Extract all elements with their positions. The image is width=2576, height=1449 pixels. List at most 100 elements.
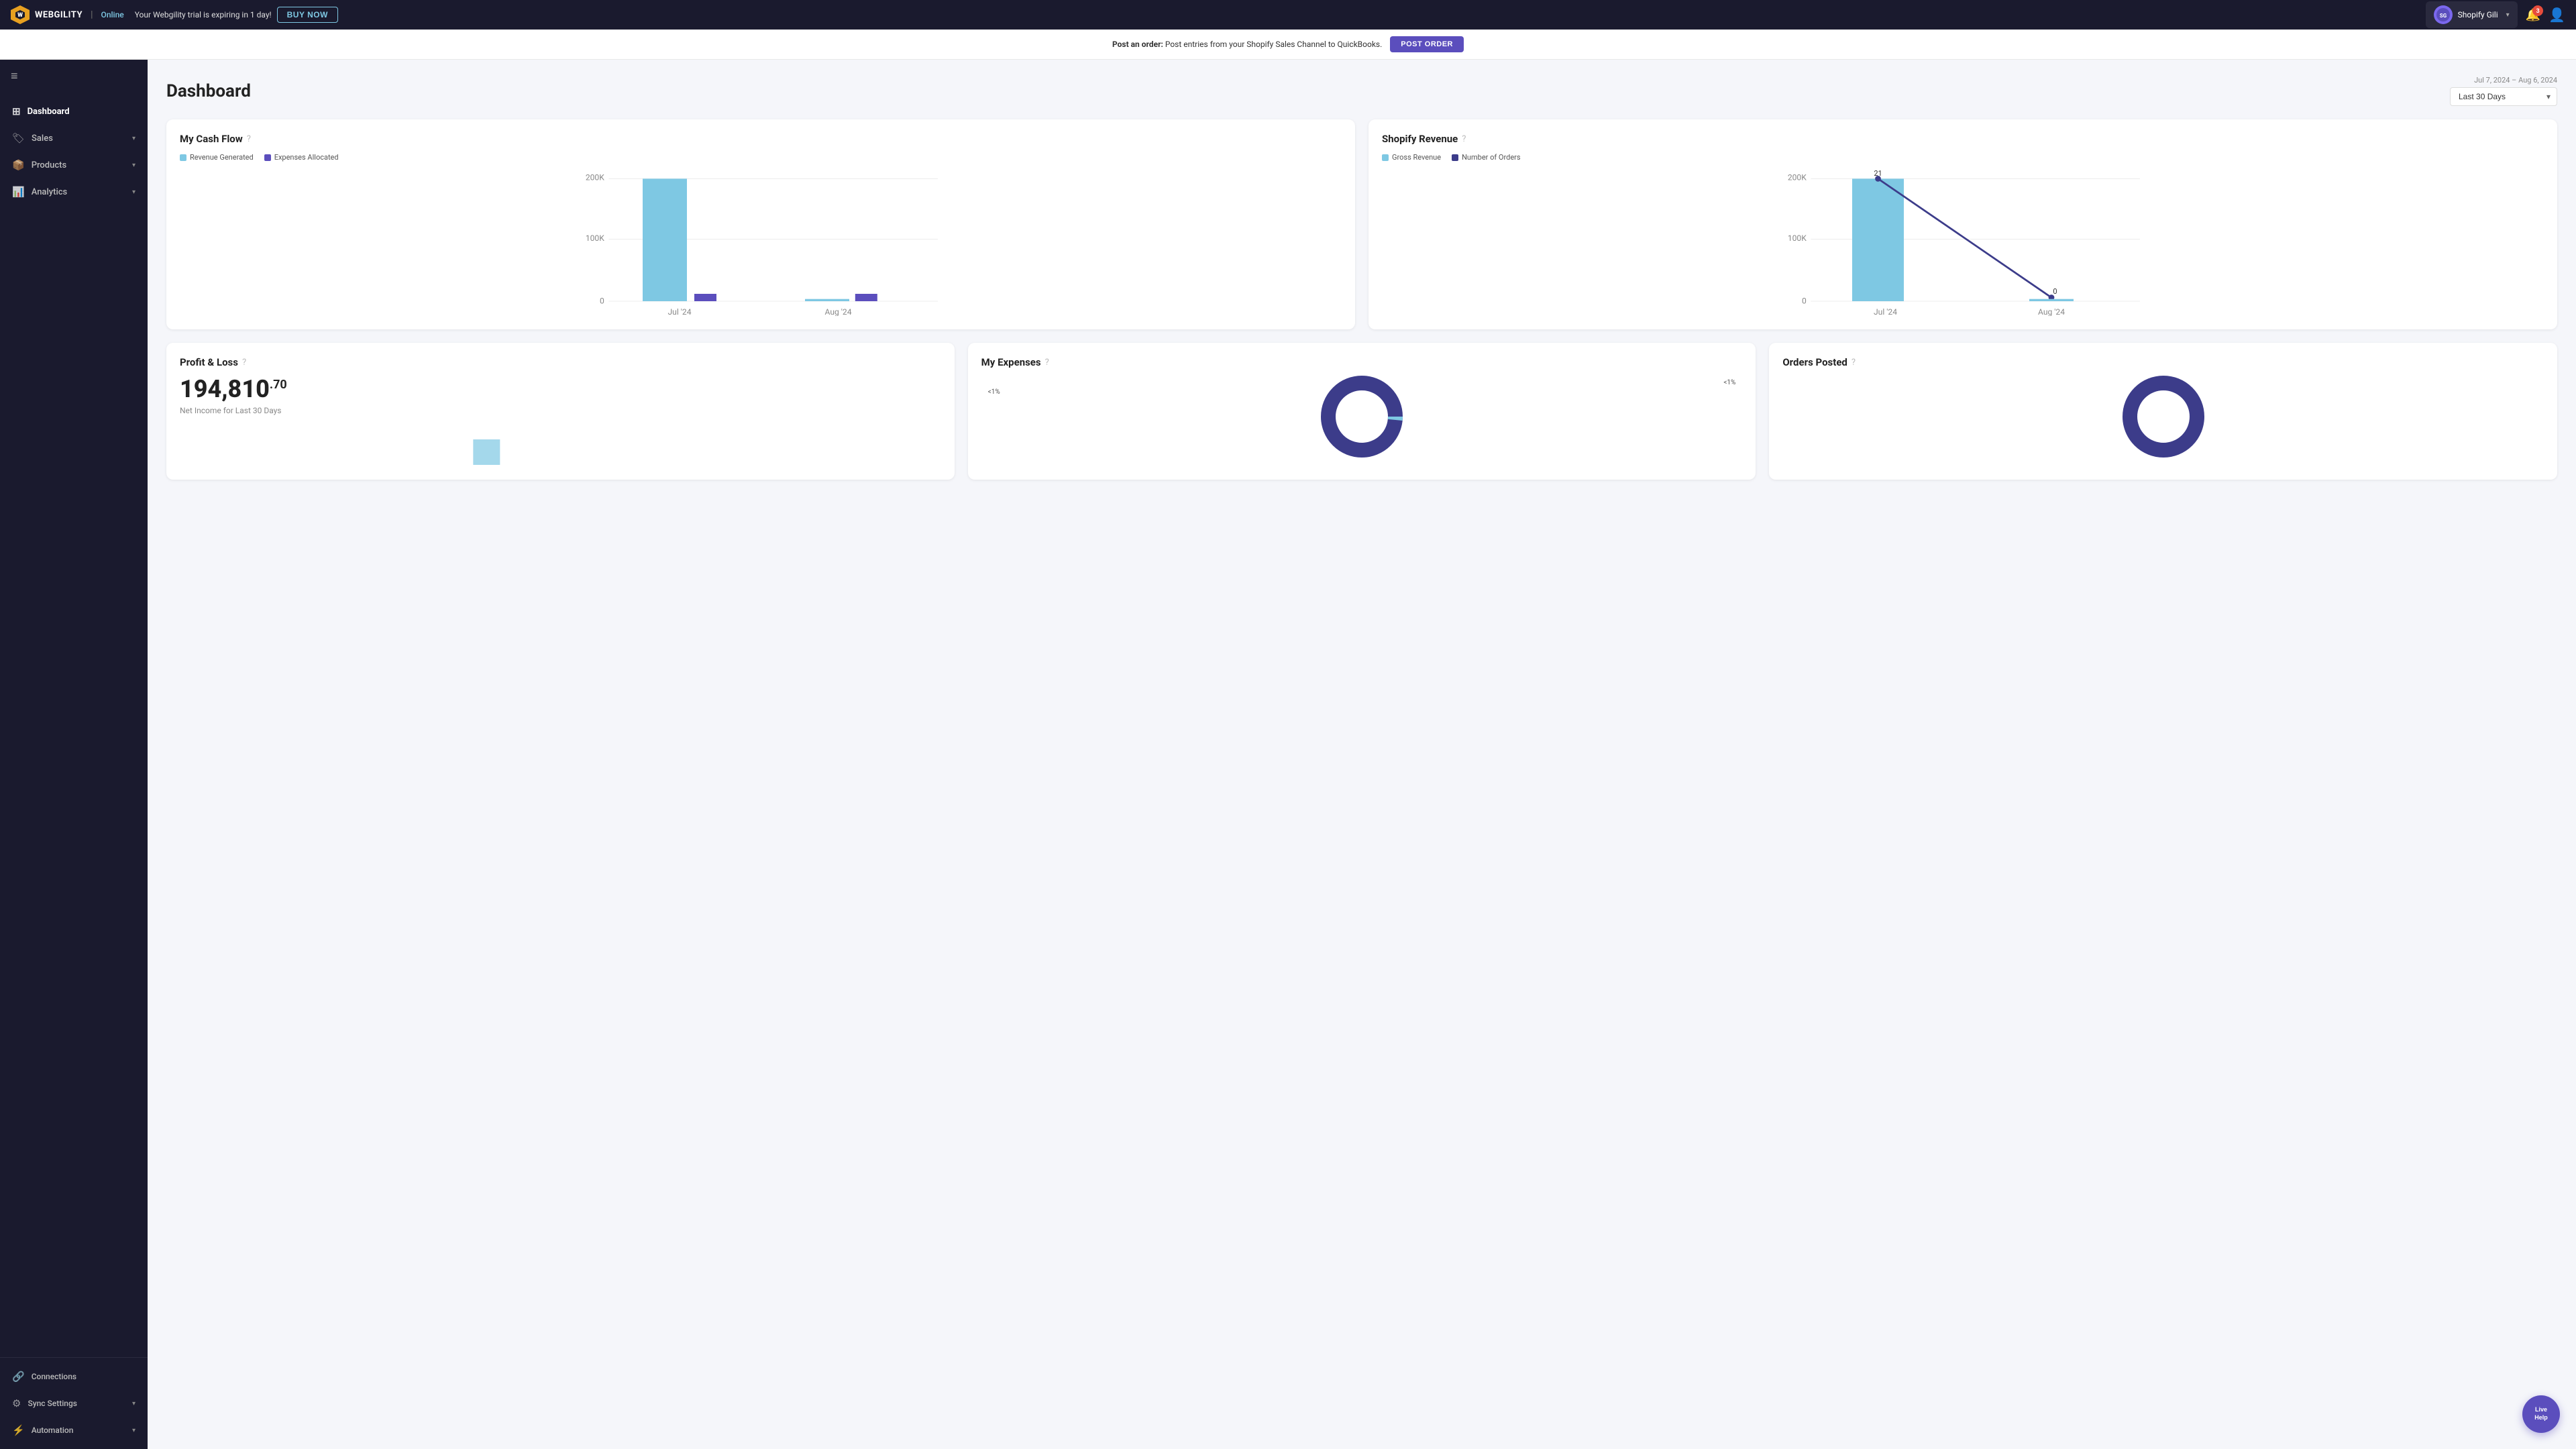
legend-label-gross: Gross Revenue xyxy=(1392,153,1441,162)
live-help-line1: Live xyxy=(2535,1406,2547,1414)
sidebar-item-dashboard[interactable]: ⊞ Dashboard xyxy=(0,98,148,125)
bar-shopify-aug-revenue xyxy=(2029,299,2074,301)
pnl-title: Profit & Loss xyxy=(180,356,238,368)
expenses-widget: My Expenses ? <1% <1% xyxy=(968,343,1756,480)
orders-posted-help-icon[interactable]: ? xyxy=(1851,358,1856,368)
sidebar-item-products[interactable]: 📦 Products ▾ xyxy=(0,152,148,178)
user-profile-button[interactable]: 👤 xyxy=(2548,7,2565,23)
svg-text:SG: SG xyxy=(2439,13,2447,19)
sidebar-item-sync-settings[interactable]: ⚙ Sync Settings ▾ xyxy=(0,1390,148,1417)
notifications-button[interactable]: 🔔 3 xyxy=(2526,8,2540,22)
legend-color-gross xyxy=(1382,154,1389,161)
sidebar-item-connections[interactable]: 🔗 Connections xyxy=(0,1363,148,1390)
expenses-donut-area: <1% <1% xyxy=(981,376,1743,457)
orders-posted-donut-area xyxy=(1782,376,2544,457)
bottom-widgets-row: Profit & Loss ? 194,810.70 Net Income fo… xyxy=(166,343,2557,480)
main-layout: ≡ ⊞ Dashboard 🏷 Sales ▾ 📦 Products ▾ 📊 xyxy=(0,60,2576,1449)
pnl-help-icon[interactable]: ? xyxy=(242,358,246,368)
date-select-wrapper: Last 7 Days Last 30 Days Last 90 Days Cu… xyxy=(2450,87,2557,106)
cash-flow-legend: Revenue Generated Expenses Allocated xyxy=(180,153,1342,162)
sidebar-bottom-section: 🔗 Connections ⚙ Sync Settings ▾ ⚡ Automa… xyxy=(0,1357,148,1449)
sidebar-item-automation[interactable]: ⚡ Automation ▾ xyxy=(0,1417,148,1444)
svg-text:100K: 100K xyxy=(1788,233,1807,243)
pnl-decimal: .70 xyxy=(270,378,287,392)
sidebar-item-label: Analytics xyxy=(32,187,68,197)
sidebar-item-label: Sync Settings xyxy=(28,1399,76,1408)
sync-settings-icon: ⚙ xyxy=(12,1397,21,1409)
shopify-revenue-header: Shopify Revenue ? xyxy=(1382,133,2544,145)
date-range-select[interactable]: Last 7 Days Last 30 Days Last 90 Days Cu… xyxy=(2450,87,2557,106)
dashboard-header: Dashboard Jul 7, 2024 – Aug 6, 2024 Last… xyxy=(166,76,2557,106)
svg-text:200K: 200K xyxy=(586,173,604,182)
store-selector[interactable]: SG Shopify Gili ▾ xyxy=(2426,1,2518,28)
sidebar-item-label: Dashboard xyxy=(28,107,70,117)
app-name: WEBGILITY xyxy=(35,10,83,20)
legend-label-expenses: Expenses Allocated xyxy=(274,153,339,162)
legend-color-orders xyxy=(1452,154,1458,161)
sales-icon: 🏷 xyxy=(12,132,25,144)
cash-flow-widget: My Cash Flow ? Revenue Generated Expense… xyxy=(166,119,1355,329)
svg-text:Jul '24: Jul '24 xyxy=(1874,307,1897,316)
shopify-revenue-title: Shopify Revenue xyxy=(1382,133,1458,145)
pnl-main-value: 194,810 xyxy=(180,375,270,403)
live-help-line2: Help xyxy=(2534,1414,2548,1422)
chevron-icon: ▾ xyxy=(132,162,136,169)
shopify-revenue-widget: Shopify Revenue ? Gross Revenue Number o… xyxy=(1368,119,2557,329)
connections-icon: 🔗 xyxy=(12,1371,25,1383)
shopify-revenue-help-icon[interactable]: ? xyxy=(1462,134,1466,144)
chevron-icon: ▾ xyxy=(132,135,136,142)
donut-center xyxy=(1343,398,1381,435)
legend-label-orders: Number of Orders xyxy=(1462,153,1520,162)
bar-jul-revenue xyxy=(643,178,687,301)
svg-text:0: 0 xyxy=(600,296,604,305)
trial-message: Your Webgility trial is expiring in 1 da… xyxy=(135,10,272,19)
pnl-chart-svg xyxy=(180,426,941,466)
shopify-revenue-svg: 200K 100K 0 21 xyxy=(1382,168,2544,316)
legend-color-revenue xyxy=(180,154,186,161)
legend-color-expenses xyxy=(264,154,271,161)
svg-text:0: 0 xyxy=(2053,287,2057,296)
store-name: Shopify Gili xyxy=(2458,10,2498,19)
expenses-help-icon[interactable]: ? xyxy=(1045,358,1049,368)
sidebar-item-analytics[interactable]: 📊 Analytics ▾ xyxy=(0,178,148,205)
cash-flow-svg: 200K 100K 0 xyxy=(180,168,1342,316)
products-icon: 📦 xyxy=(12,159,25,171)
top-widgets-row: My Cash Flow ? Revenue Generated Expense… xyxy=(166,119,2557,329)
sidebar-item-label: Connections xyxy=(32,1372,76,1381)
chevron-icon: ▾ xyxy=(132,1427,136,1434)
automation-icon: ⚡ xyxy=(12,1424,25,1436)
svg-text:W: W xyxy=(17,12,23,19)
orders-posted-widget: Orders Posted ? xyxy=(1769,343,2557,480)
live-help-button[interactable]: Live Help xyxy=(2522,1395,2560,1433)
legend-item-gross-revenue: Gross Revenue xyxy=(1382,153,1441,162)
webgility-logo-icon: W xyxy=(11,5,30,24)
bar-shopify-jul-revenue xyxy=(1852,178,1904,301)
svg-text:100K: 100K xyxy=(586,233,604,243)
page-title: Dashboard xyxy=(166,81,251,101)
pnl-chart-area xyxy=(180,426,941,466)
nav-main-section: ⊞ Dashboard 🏷 Sales ▾ 📦 Products ▾ 📊 Ana… xyxy=(0,93,148,211)
top-bar: W WEBGILITY | Online Your Webgility tria… xyxy=(0,0,2576,30)
post-order-button[interactable]: POST ORDER xyxy=(1390,36,1464,52)
logo-divider: | xyxy=(91,9,93,20)
sidebar-item-sales[interactable]: 🏷 Sales ▾ xyxy=(0,125,148,152)
post-order-message: Post an order: Post entries from your Sh… xyxy=(1112,40,1382,49)
sidebar-toggle[interactable]: ≡ xyxy=(0,60,148,93)
chevron-icon: ▾ xyxy=(132,189,136,196)
svg-text:0: 0 xyxy=(1802,296,1807,305)
svg-text:200K: 200K xyxy=(1788,173,1807,182)
sidebar: ≡ ⊞ Dashboard 🏷 Sales ▾ 📦 Products ▾ 📊 xyxy=(0,60,148,1449)
bar-aug-revenue xyxy=(805,299,849,301)
secondary-bar: Post an order: Post entries from your Sh… xyxy=(0,30,2576,60)
chevron-icon: ▾ xyxy=(132,1400,136,1407)
logo-area: W WEBGILITY | Online xyxy=(11,5,124,24)
legend-item-revenue: Revenue Generated xyxy=(180,153,254,162)
cash-flow-chart: 200K 100K 0 xyxy=(180,168,1342,316)
orders-donut-center xyxy=(2145,398,2182,435)
date-range-wrapper: Jul 7, 2024 – Aug 6, 2024 Last 7 Days La… xyxy=(2450,76,2557,106)
buy-now-button[interactable]: BUY NOW xyxy=(277,7,338,23)
expenses-header: My Expenses ? xyxy=(981,356,1743,368)
bar-aug-expense xyxy=(855,294,877,301)
analytics-icon: 📊 xyxy=(12,186,25,198)
cash-flow-help-icon[interactable]: ? xyxy=(247,134,251,144)
